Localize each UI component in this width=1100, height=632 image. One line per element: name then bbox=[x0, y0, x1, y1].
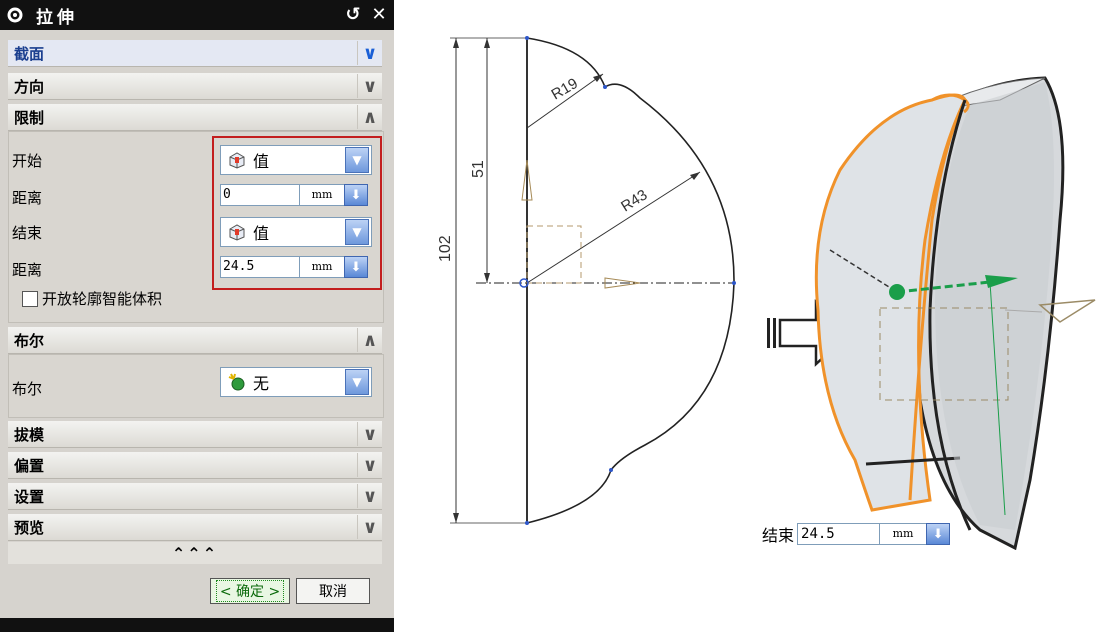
chevron-up-icon[interactable]: ∧ bbox=[357, 105, 382, 129]
end-select[interactable]: 值 ▼ bbox=[220, 217, 372, 247]
extrude-dialog: 拉伸 ↺ ✕ 截面 ∨ 方向 ∨ 限制 ∧ 开始 值 ▼ 距离 0 mm ⬇ 结… bbox=[0, 0, 394, 632]
chevron-up-icon[interactable]: ∧ bbox=[357, 328, 382, 352]
chevron-down-icon[interactable]: ∨ bbox=[357, 422, 382, 446]
cancel-button[interactable]: 取消 bbox=[296, 578, 370, 604]
profile-sketch: 102 51 R19 R43 bbox=[437, 36, 736, 525]
dim-upper-label: 51 bbox=[470, 160, 487, 178]
value-icon bbox=[229, 152, 245, 169]
section-header-settings[interactable]: 设置 ∨ bbox=[8, 483, 382, 510]
end-distance-unit: mm bbox=[300, 256, 344, 278]
close-icon[interactable]: ✕ bbox=[368, 3, 390, 25]
value-icon bbox=[229, 224, 245, 241]
section-header-section[interactable]: 截面 ∨ bbox=[8, 40, 382, 67]
csys-box bbox=[526, 225, 582, 284]
chevron-down-icon[interactable]: ∨ bbox=[357, 515, 382, 539]
start-distance-field[interactable]: 0 mm ⬇ bbox=[220, 184, 370, 206]
open-profile-option[interactable]: 开放轮廓智能体积 bbox=[22, 288, 162, 309]
end-distance-onscreen-input[interactable]: 结束 24.5 mm ⬇ bbox=[762, 522, 951, 546]
end-distance-field[interactable]: 24.5 mm ⬇ bbox=[220, 256, 370, 278]
dropdown-arrow-icon[interactable]: ▼ bbox=[345, 219, 369, 245]
onscreen-end-label: 结束 bbox=[762, 526, 795, 545]
chevron-down-icon[interactable]: ∨ bbox=[357, 453, 382, 477]
dropdown-arrow-icon[interactable]: ▼ bbox=[345, 369, 369, 395]
none-boolean-icon bbox=[228, 373, 245, 391]
end-distance-label: 距离 bbox=[12, 261, 43, 279]
section-header-boolean[interactable]: 布尔 ∧ bbox=[8, 327, 382, 354]
boolean-label: 布尔 bbox=[12, 380, 43, 398]
direction-label: 方向 bbox=[14, 77, 45, 96]
boolean-select[interactable]: 无 ▼ bbox=[220, 367, 372, 397]
section-header-limits[interactable]: 限制 ∧ bbox=[8, 104, 382, 131]
end-select-value: 值 bbox=[253, 224, 270, 243]
start-select[interactable]: 值 ▼ bbox=[220, 145, 372, 175]
gear-icon[interactable] bbox=[4, 4, 26, 26]
section-header-direction[interactable]: 方向 ∨ bbox=[8, 73, 382, 100]
boolean-header-label: 布尔 bbox=[14, 331, 45, 350]
reset-icon[interactable]: ↺ bbox=[342, 3, 364, 25]
chevron-down-icon[interactable]: ∨ bbox=[357, 484, 382, 508]
end-distance-input[interactable]: 24.5 bbox=[220, 256, 300, 278]
settings-label: 设置 bbox=[14, 487, 45, 506]
radius-large-leader bbox=[526, 171, 701, 284]
radius-large-label: R43 bbox=[618, 186, 650, 215]
open-profile-label: 开放轮廓智能体积 bbox=[42, 290, 163, 308]
draft-label: 拔模 bbox=[14, 425, 45, 444]
arrow-down-icon[interactable]: ⬇ bbox=[344, 184, 368, 206]
profile-outline bbox=[526, 37, 735, 525]
section-label: 截面 bbox=[14, 44, 45, 63]
end-label: 结束 bbox=[12, 224, 43, 242]
offset-label: 偏置 bbox=[14, 456, 45, 475]
onscreen-end-value[interactable]: 24.5 bbox=[797, 523, 881, 545]
open-profile-checkbox[interactable] bbox=[22, 290, 38, 307]
radius-small-label: R19 bbox=[549, 75, 581, 103]
chevron-down-icon[interactable]: ∨ bbox=[357, 74, 382, 98]
ok-button-label: < 确定 > bbox=[215, 580, 285, 602]
extruded-model-preview bbox=[814, 76, 1096, 550]
dialog-title: 拉伸 bbox=[36, 7, 78, 28]
start-label: 开始 bbox=[12, 152, 43, 170]
section-header-draft[interactable]: 拔模 ∨ bbox=[8, 421, 382, 448]
start-handle-point bbox=[889, 284, 905, 300]
start-distance-input[interactable]: 0 bbox=[220, 184, 300, 206]
section-header-offset[interactable]: 偏置 ∨ bbox=[8, 452, 382, 479]
dialog-bottom-bar bbox=[0, 618, 394, 632]
start-distance-unit: mm bbox=[300, 184, 344, 206]
arrow-down-icon[interactable]: ⬇ bbox=[926, 523, 951, 545]
arrow-down-icon[interactable]: ⬇ bbox=[344, 256, 368, 278]
ok-button[interactable]: < 确定 > bbox=[210, 578, 290, 604]
more-options-button[interactable]: ⌃⌃⌃ bbox=[8, 542, 382, 564]
dialog-titlebar: 拉伸 ↺ ✕ bbox=[0, 0, 394, 30]
limits-label: 限制 bbox=[14, 108, 45, 127]
chevron-down-icon[interactable]: ∨ bbox=[357, 41, 382, 65]
dropdown-arrow-icon[interactable]: ▼ bbox=[345, 147, 369, 173]
preview-label: 预览 bbox=[14, 518, 45, 537]
start-select-value: 值 bbox=[253, 152, 270, 171]
dim-total-label: 102 bbox=[437, 235, 454, 262]
onscreen-end-unit: mm bbox=[880, 523, 927, 545]
boolean-select-value: 无 bbox=[253, 374, 270, 393]
section-header-preview[interactable]: 预览 ∨ bbox=[8, 514, 382, 541]
start-distance-label: 距离 bbox=[12, 189, 43, 207]
